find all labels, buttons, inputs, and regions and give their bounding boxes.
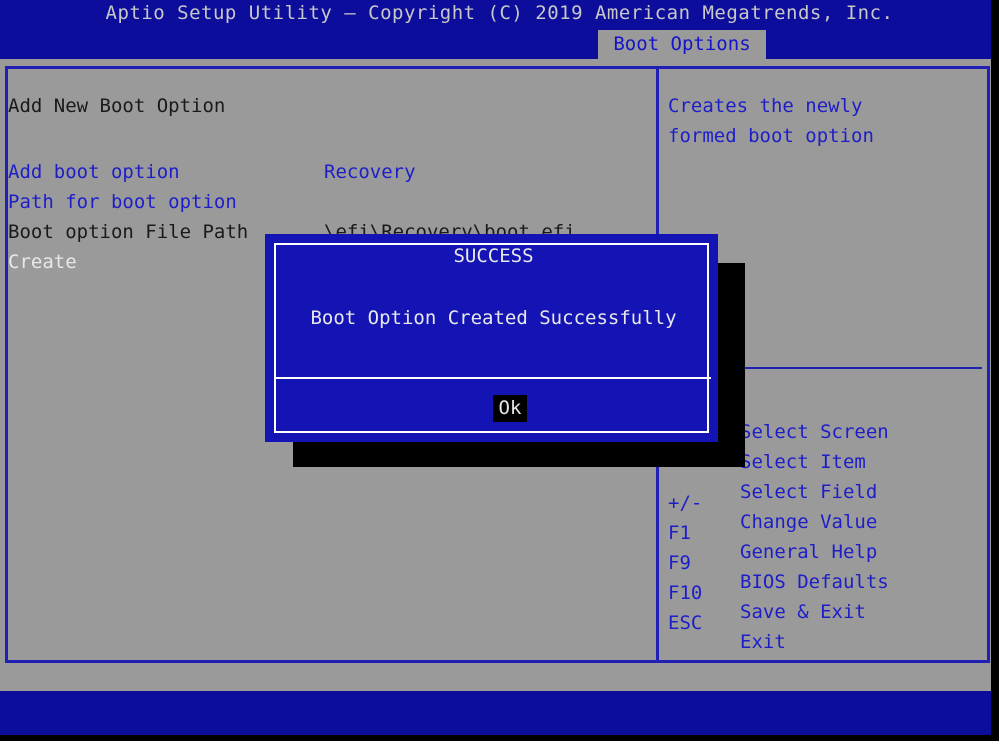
dialog-ok-button[interactable]: Ok: [493, 395, 527, 422]
key-legend-desc-3: Change Value: [740, 511, 878, 533]
dialog-message: Boot Option Created Successfully: [310, 307, 677, 329]
dialog-frame: SUCCESS Boot Option Created Successfully…: [274, 243, 711, 433]
key-legend-desc-1: Select Item: [740, 451, 866, 473]
tab-strip: Boot Options: [0, 30, 999, 59]
field-label-path-for-boot-option[interactable]: Path for boot option: [8, 193, 237, 212]
bios-setup-screen: Aptio Setup Utility – Copyright (C) 2019…: [0, 0, 999, 741]
field-value-add-boot-option[interactable]: Recovery: [324, 163, 416, 182]
right-edge: [991, 0, 999, 741]
key-legend-desc-4: General Help: [740, 541, 878, 563]
dialog-title: SUCCESS: [453, 245, 534, 267]
footer-gap: [0, 665, 999, 691]
key-legend-desc-5: BIOS Defaults: [740, 571, 889, 593]
help-text-line-2: formed boot option: [668, 125, 874, 147]
dialog-separator: [276, 377, 711, 379]
key-legend-desc-7: Exit: [740, 631, 786, 653]
key-legend-desc-0: Select Screen: [740, 421, 889, 443]
key-legend-desc-6: Save & Exit: [740, 601, 866, 623]
tab-boot-options[interactable]: Boot Options: [598, 30, 766, 59]
key-legend-key-7: ESC: [668, 612, 703, 634]
key-legend-desc-2: Select Field: [740, 481, 878, 503]
bottom-edge: [0, 735, 999, 741]
create-button[interactable]: Create: [8, 253, 77, 272]
help-text-line-1: Creates the newly: [668, 95, 863, 117]
section-title: Add New Boot Option: [8, 95, 226, 117]
success-dialog: SUCCESS Boot Option Created Successfully…: [265, 234, 718, 442]
field-label-add-boot-option[interactable]: Add boot option: [8, 163, 180, 182]
title-bar: Aptio Setup Utility – Copyright (C) 2019…: [0, 0, 999, 30]
footer-bar: [0, 691, 999, 735]
field-label-boot-option-file-path: Boot option File Path: [8, 221, 249, 243]
page-title: Aptio Setup Utility – Copyright (C) 2019…: [105, 2, 894, 24]
